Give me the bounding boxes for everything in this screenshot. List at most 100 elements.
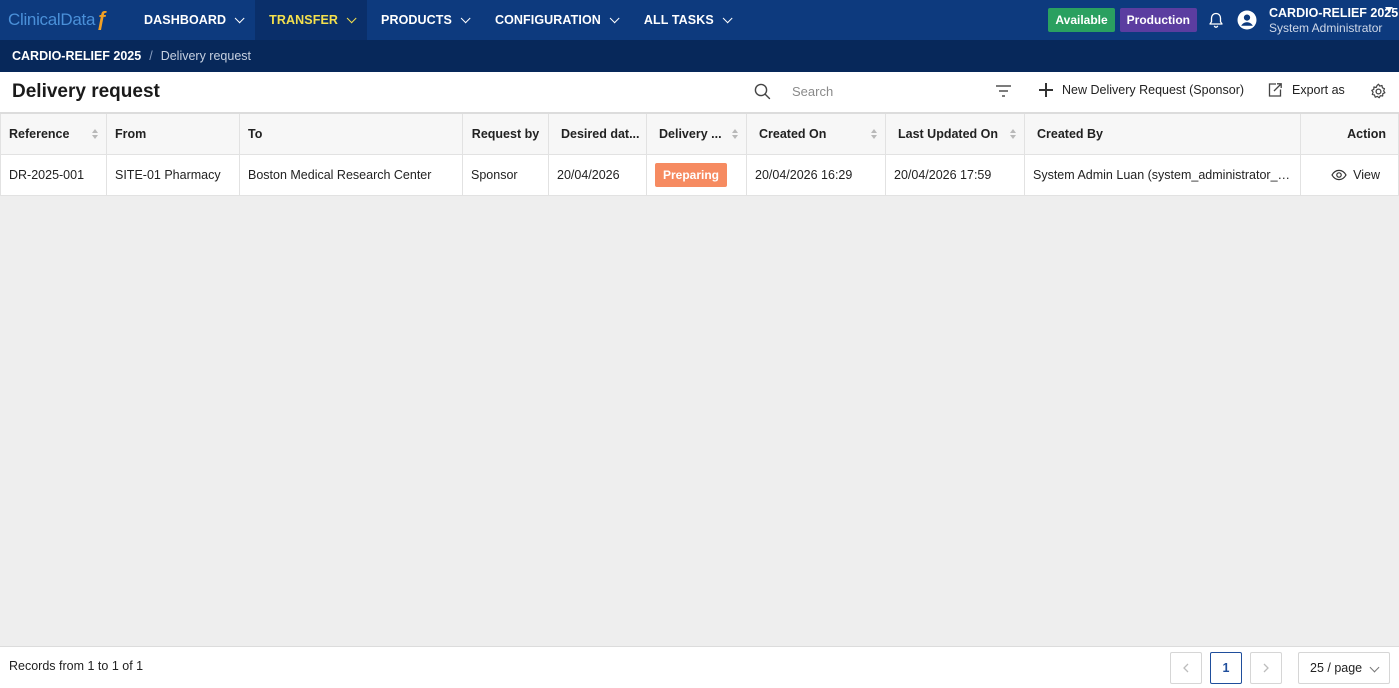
nav-label: DASHBOARD xyxy=(144,13,227,27)
user-menu[interactable]: CARDIO-RELIEF 2025 System Administrator xyxy=(1269,6,1399,35)
sort-icon[interactable] xyxy=(732,129,738,139)
nav-label: PRODUCTS xyxy=(381,13,452,27)
column-header-created-by: Created By xyxy=(1025,114,1301,154)
page-size-select[interactable]: 25 / page xyxy=(1298,652,1390,684)
chevron-left-icon xyxy=(1183,663,1189,673)
table-footer: Records from 1 to 1 of 1 1 25 / page xyxy=(0,646,1399,688)
gear-icon[interactable] xyxy=(1370,83,1387,103)
column-header-request-by: Request by xyxy=(463,114,549,154)
column-header-label: Created On xyxy=(759,127,827,141)
chevron-down-icon xyxy=(460,12,471,23)
new-delivery-request-button[interactable]: New Delivery Request (Sponsor) xyxy=(1038,82,1244,98)
request-by-value: Sponsor xyxy=(471,168,518,182)
cell-request-by: Sponsor xyxy=(463,155,549,195)
page-title: Delivery request xyxy=(12,81,160,102)
column-header-label: Delivery ... xyxy=(659,127,722,141)
sort-icon[interactable] xyxy=(1010,129,1016,139)
column-header-delivery-status[interactable]: Delivery ... xyxy=(647,114,747,154)
next-page-button[interactable] xyxy=(1250,652,1282,684)
chevron-down-icon xyxy=(1369,662,1380,673)
cell-created-by: System Admin Luan (system_administrator_… xyxy=(1025,155,1301,195)
to-value: Boston Medical Research Center xyxy=(248,168,432,182)
new-delivery-request-label: New Delivery Request (Sponsor) xyxy=(1062,83,1245,97)
nav-dashboard[interactable]: DASHBOARD xyxy=(130,0,255,40)
search-input[interactable] xyxy=(784,80,974,102)
nav-right-group: Available Production CARDIO-RELIEF 2025 … xyxy=(1048,0,1399,40)
desired-date-value: 20/04/2026 xyxy=(557,168,620,182)
page-size-value: 25 / page xyxy=(1310,661,1363,675)
cell-delivery-status: Preparing xyxy=(647,155,747,195)
breadcrumb-separator: / xyxy=(149,49,153,63)
sort-icon[interactable] xyxy=(871,129,877,139)
export-label: Export as xyxy=(1292,83,1345,97)
nav-all-tasks[interactable]: ALL TASKS xyxy=(630,0,743,40)
column-header-from: From xyxy=(107,114,240,154)
column-header-desired-date[interactable]: Desired dat... xyxy=(549,114,647,154)
top-navigation: ClinicalData ƒ DASHBOARD TRANSFER PRODUCT… xyxy=(0,0,1399,40)
column-header-label: From xyxy=(115,127,147,141)
column-header-label: Action xyxy=(1347,127,1386,141)
breadcrumb-project-link[interactable]: CARDIO-RELIEF 2025 xyxy=(12,49,141,63)
logo-mark: ƒ xyxy=(96,8,107,31)
export-icon xyxy=(1268,83,1282,97)
user-menu-caret-icon[interactable] xyxy=(1385,7,1393,12)
sort-icon[interactable] xyxy=(92,129,98,139)
page-toolbar: Delivery request New Delivery Request (S… xyxy=(0,72,1399,113)
plus-icon xyxy=(1038,82,1054,98)
clinicaldata-logo[interactable]: ClinicalData ƒ xyxy=(0,0,130,40)
environment-badge: Production xyxy=(1119,8,1197,32)
eye-icon xyxy=(1331,169,1347,181)
chevron-down-icon xyxy=(722,12,733,23)
status-badge: Preparing xyxy=(655,163,728,187)
nav-label: CONFIGURATION xyxy=(494,13,601,27)
delivery-request-table: Reference From To Request by Desired dat… xyxy=(0,113,1399,196)
export-button[interactable]: Export as xyxy=(1267,82,1345,98)
column-header-to: To xyxy=(240,114,463,154)
column-header-reference[interactable]: Reference xyxy=(0,114,107,154)
column-header-created-on[interactable]: Created On xyxy=(747,114,886,154)
column-header-label: Reference xyxy=(9,127,70,141)
column-header-label: Desired dat... xyxy=(561,127,640,141)
column-header-label: Request by xyxy=(471,127,540,141)
user-role: System Administrator xyxy=(1269,20,1383,35)
column-header-last-updated-on[interactable]: Last Updated On xyxy=(886,114,1025,154)
cell-last-updated-on: 20/04/2026 17:59 xyxy=(886,155,1025,195)
created-by-value: System Admin Luan (system_administrator_… xyxy=(1033,168,1292,182)
previous-page-button[interactable] xyxy=(1170,652,1202,684)
last-updated-on-value: 20/04/2026 17:59 xyxy=(894,168,992,182)
breadcrumb: CARDIO-RELIEF 2025 / Delivery request xyxy=(0,40,1399,72)
nav-label: TRANSFER xyxy=(269,13,339,27)
table-body: DR-2025-001 SITE-01 Pharmacy Boston Medi… xyxy=(0,155,1399,196)
filter-icon[interactable] xyxy=(995,84,1012,101)
logo-text: ClinicalData xyxy=(8,10,96,29)
reference-value: DR-2025-001 xyxy=(9,168,85,182)
nav-transfer[interactable]: TRANSFER xyxy=(255,0,368,40)
cell-reference: DR-2025-001 xyxy=(0,155,107,195)
column-header-label: Last Updated On xyxy=(898,127,999,141)
search-icon xyxy=(754,83,771,103)
user-project: CARDIO-RELIEF 2025 xyxy=(1269,5,1399,20)
view-button[interactable]: View xyxy=(1331,168,1380,182)
nav-configuration[interactable]: CONFIGURATION xyxy=(481,0,630,40)
chevron-down-icon xyxy=(609,12,620,23)
table-header-row: Reference From To Request by Desired dat… xyxy=(0,113,1399,155)
created-on-value: 20/04/2026 16:29 xyxy=(755,168,853,182)
column-header-label: To xyxy=(248,127,263,141)
nav-products[interactable]: PRODUCTS xyxy=(367,0,481,40)
from-value: SITE-01 Pharmacy xyxy=(115,168,221,182)
cell-action: View xyxy=(1301,155,1399,195)
records-summary: Records from 1 to 1 of 1 xyxy=(9,659,144,673)
view-label: View xyxy=(1353,168,1380,182)
table-row[interactable]: DR-2025-001 SITE-01 Pharmacy Boston Medi… xyxy=(0,155,1399,196)
chevron-down-icon xyxy=(234,12,245,23)
cell-from: SITE-01 Pharmacy xyxy=(107,155,240,195)
user-avatar-icon[interactable] xyxy=(1237,10,1257,30)
cell-desired-date: 20/04/2026 xyxy=(549,155,647,195)
bell-icon[interactable] xyxy=(1207,11,1225,29)
page-1-button[interactable]: 1 xyxy=(1210,652,1242,684)
column-header-action: Action xyxy=(1301,114,1399,154)
availability-badge: Available xyxy=(1048,8,1115,32)
cell-created-on: 20/04/2026 16:29 xyxy=(747,155,886,195)
cell-to: Boston Medical Research Center xyxy=(240,155,463,195)
nav-label: ALL TASKS xyxy=(643,13,714,27)
